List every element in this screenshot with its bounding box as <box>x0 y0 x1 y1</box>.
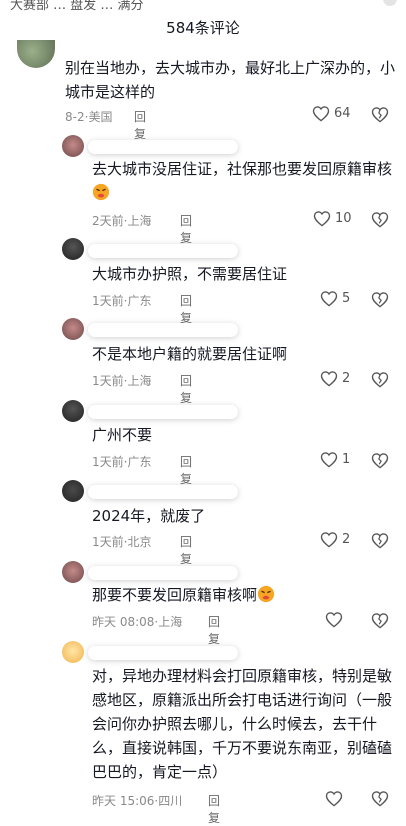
broken-heart-icon <box>371 791 389 807</box>
username-obscured <box>88 405 238 419</box>
broken-heart-icon <box>371 613 389 629</box>
dislike-button[interactable] <box>371 291 389 312</box>
broken-heart-icon <box>371 453 389 469</box>
heart-outline-icon <box>312 106 330 122</box>
like-count: 1 <box>342 452 351 467</box>
user-avatar[interactable] <box>17 40 55 68</box>
comment-text: 2024年，就废了 <box>92 507 206 525</box>
comment-text: 对，异地办理材料会打回原籍审核，特别是敏感地区，原籍派出所会打电话进行询问（一般… <box>92 667 393 781</box>
comment-meta: 1天前·北京 <box>92 535 152 549</box>
like-button[interactable]: 2 <box>320 531 350 548</box>
comment-meta: 2天前·上海 <box>92 214 152 228</box>
broken-heart-icon <box>371 372 389 388</box>
comment-date: 8-2 <box>65 110 85 124</box>
username-obscured <box>88 646 238 660</box>
like-count: 5 <box>342 291 351 306</box>
reply-button[interactable]: 回复 <box>180 533 192 567</box>
comment-text: 那要不要发回原籍审核啊 <box>92 583 392 607</box>
comment-location: 广东 <box>127 294 152 308</box>
comment-location: 广东 <box>127 455 152 469</box>
user-avatar[interactable] <box>62 238 84 260</box>
top-partial-text: 大赛部 … 盘发 … 满分 <box>10 0 144 13</box>
comment-date: 1天前 <box>92 535 124 549</box>
comment-date: 昨天 08:08 <box>92 615 155 629</box>
like-button[interactable]: 64 <box>312 105 351 122</box>
comment-count-title: 584条评论 <box>166 19 240 37</box>
comment-text: 广州不要 <box>92 426 153 444</box>
username-obscured <box>88 140 238 154</box>
broken-heart-icon <box>371 107 389 123</box>
like-button[interactable]: 5 <box>320 290 350 307</box>
broken-heart-icon <box>371 292 389 308</box>
reply-button[interactable]: 回复 <box>134 108 146 142</box>
comment-text: 不是本地户籍的就要居住证啊 <box>92 345 288 363</box>
user-avatar[interactable] <box>62 400 84 422</box>
comment-date: 1天前 <box>92 374 124 388</box>
user-avatar[interactable] <box>62 641 84 663</box>
comment-text: 大城市办护照，不需要居住证 <box>92 265 288 283</box>
comment-meta: 1天前·上海 <box>92 374 152 388</box>
comment-meta: 1天前·广东 <box>92 455 152 469</box>
heart-outline-icon <box>320 291 338 307</box>
broken-heart-icon <box>371 533 389 549</box>
like-button[interactable] <box>325 611 347 628</box>
comment-meta: 昨天 15:06·四川 <box>92 794 183 808</box>
heart-outline-icon <box>313 211 331 227</box>
reply-button[interactable]: 回复 <box>208 792 220 826</box>
dislike-button[interactable] <box>371 211 389 232</box>
username-obscured <box>88 566 238 580</box>
angry-face-emoji <box>92 183 110 201</box>
like-count: 2 <box>342 532 351 547</box>
heart-outline-icon <box>325 791 343 807</box>
comment-date: 1天前 <box>92 294 124 308</box>
top-partial-icon <box>383 0 397 6</box>
comment-location: 上海 <box>127 214 152 228</box>
heart-outline-icon <box>325 612 343 628</box>
username-obscured <box>88 244 238 258</box>
dislike-button[interactable] <box>371 532 389 553</box>
reply-button[interactable]: 回复 <box>180 292 192 326</box>
user-avatar[interactable] <box>62 480 84 502</box>
reply-button[interactable]: 回复 <box>180 212 192 246</box>
comment-meta: 昨天 08:08·上海 <box>92 615 183 629</box>
dislike-button[interactable] <box>371 371 389 392</box>
dislike-button[interactable] <box>371 612 389 633</box>
like-button[interactable]: 10 <box>313 210 352 227</box>
username-obscured <box>88 485 238 499</box>
comment-date: 昨天 15:06 <box>92 794 155 808</box>
dislike-button[interactable] <box>371 106 389 127</box>
angry-face-emoji <box>257 585 275 603</box>
comment-meta: 8-2·美国 <box>65 110 113 124</box>
heart-outline-icon <box>320 371 338 387</box>
like-button[interactable]: 1 <box>320 451 350 468</box>
username-obscured <box>88 323 238 337</box>
user-avatar[interactable] <box>62 318 84 340</box>
comment-text: 去大城市没居住证，社保那也要发回原籍审核 <box>92 157 392 205</box>
heart-outline-icon <box>320 452 338 468</box>
comment-location: 美国 <box>88 110 113 124</box>
like-count: 64 <box>334 106 351 121</box>
comment-location: 上海 <box>158 615 183 629</box>
like-count: 10 <box>335 211 352 226</box>
comment-location: 上海 <box>127 374 152 388</box>
comment-location: 北京 <box>127 535 152 549</box>
user-avatar[interactable] <box>62 135 84 157</box>
reply-button[interactable]: 回复 <box>180 372 192 406</box>
reply-button[interactable]: 回复 <box>180 453 192 487</box>
broken-heart-icon <box>371 212 389 228</box>
heart-outline-icon <box>320 532 338 548</box>
like-button[interactable] <box>325 790 347 807</box>
user-avatar[interactable] <box>62 561 84 583</box>
dislike-button[interactable] <box>371 452 389 473</box>
comment-text: 别在当地办，去大城市办，最好北上广深办的，小城市是这样的 <box>65 59 396 101</box>
comment-meta: 1天前·广东 <box>92 294 152 308</box>
comment-date: 2天前 <box>92 214 124 228</box>
comment-date: 1天前 <box>92 455 124 469</box>
like-count: 2 <box>342 371 351 386</box>
dislike-button[interactable] <box>371 790 389 811</box>
like-button[interactable]: 2 <box>320 370 350 387</box>
reply-button[interactable]: 回复 <box>208 613 220 647</box>
comment-location: 四川 <box>158 794 183 808</box>
